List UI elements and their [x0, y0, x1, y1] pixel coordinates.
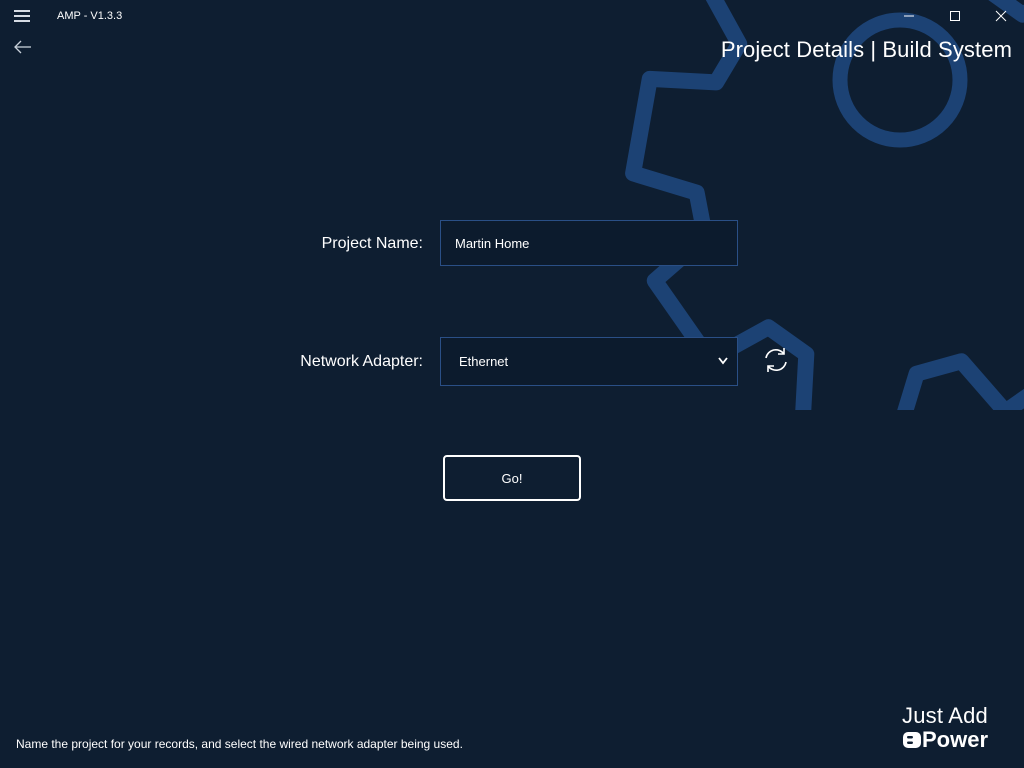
- back-button[interactable]: [12, 38, 34, 56]
- network-adapter-value: Ethernet: [459, 354, 509, 369]
- project-name-label: Project Name:: [321, 235, 423, 252]
- maximize-button[interactable]: [932, 0, 978, 32]
- network-adapter-label: Network Adapter:: [300, 353, 423, 370]
- footer-hint: Name the project for your records, and s…: [16, 737, 463, 751]
- close-button[interactable]: [978, 0, 1024, 32]
- back-arrow-icon: [14, 40, 31, 54]
- chevron-down-icon: [718, 357, 728, 365]
- network-adapter-select[interactable]: Ethernet: [440, 337, 738, 386]
- maximize-icon: [950, 11, 960, 21]
- app-window: AMP - V1.3.3 Project Details | Build Sys…: [0, 0, 1024, 768]
- refresh-icon[interactable]: [762, 346, 790, 374]
- close-icon: [995, 10, 1007, 22]
- go-button[interactable]: Go!: [443, 455, 581, 501]
- plug-icon: [903, 732, 921, 748]
- title-bar: AMP - V1.3.3: [0, 0, 1024, 32]
- brand-logo: Just Add Power: [900, 703, 1012, 753]
- app-title: AMP - V1.3.3: [57, 10, 123, 22]
- brand-line-1: Just Add: [902, 703, 988, 728]
- page-title: Project Details | Build System: [720, 37, 1012, 62]
- project-name-input[interactable]: [440, 220, 738, 266]
- minimize-icon: [904, 15, 914, 17]
- brand-line-2: Power: [922, 727, 989, 752]
- hamburger-menu-icon[interactable]: [12, 8, 32, 24]
- minimize-button[interactable]: [886, 0, 932, 32]
